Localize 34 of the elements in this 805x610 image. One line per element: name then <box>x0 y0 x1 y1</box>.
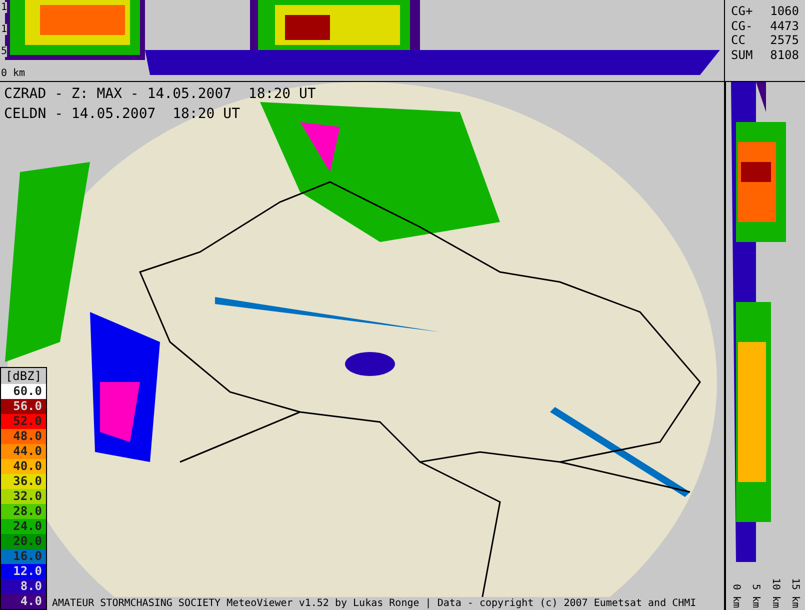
credits-text: AMATEUR STORMCHASING SOCIETY MeteoViewer v1.52 by Lukas Ronge | Data - copyright (c) 2007 Eumetsat and CHMI <box>50 597 698 610</box>
legend-entry: 28.0 <box>1 504 46 519</box>
legend-entry: 52.0 <box>1 414 46 429</box>
map-header-text: CELDN - 14.05.2007 18:20 UT <box>4 105 242 124</box>
axis-label: 5 km <box>750 584 762 608</box>
axis-label: 1 <box>1 2 8 13</box>
count-value: 8108 <box>769 48 799 62</box>
count-label: SUM <box>731 48 754 62</box>
axis-label: 15 km <box>790 578 801 608</box>
axis-label: 1 <box>1 24 8 35</box>
axis-label: 10 km <box>770 578 781 608</box>
legend-entry: 60.0 <box>1 384 46 399</box>
legend-entry: 44.0 <box>1 444 46 459</box>
legend-entry: 32.0 <box>1 489 46 504</box>
axis-label: 0 km <box>1 68 26 79</box>
legend-entry: 4.0 <box>1 594 46 609</box>
axis-label: 5 <box>1 46 8 57</box>
count-value: 4473 <box>769 18 799 33</box>
legend-entry: 12.0 <box>1 564 46 579</box>
map-header-text: CZRAD - Z: MAX - 14.05.2007 18:20 UT <box>4 85 316 104</box>
count-label: CG+ <box>731 4 754 18</box>
legend-entry: 56.0 <box>1 399 46 414</box>
count-value: 1060 <box>769 4 799 18</box>
count-label: CC <box>731 33 746 48</box>
legend-entry: 24.0 <box>1 519 46 534</box>
legend-entry: 40.0 <box>1 459 46 474</box>
legend-entry: 16.0 <box>1 549 46 564</box>
axis-label: 0 km <box>730 584 742 608</box>
legend-entry: 20.0 <box>1 534 46 549</box>
count-label: CG- <box>731 18 754 33</box>
legend-entry: 48.0 <box>1 429 46 444</box>
legend-entry: 8.0 <box>1 579 46 594</box>
legend-entry: 36.0 <box>1 474 46 489</box>
count-value: 2575 <box>769 33 799 48</box>
